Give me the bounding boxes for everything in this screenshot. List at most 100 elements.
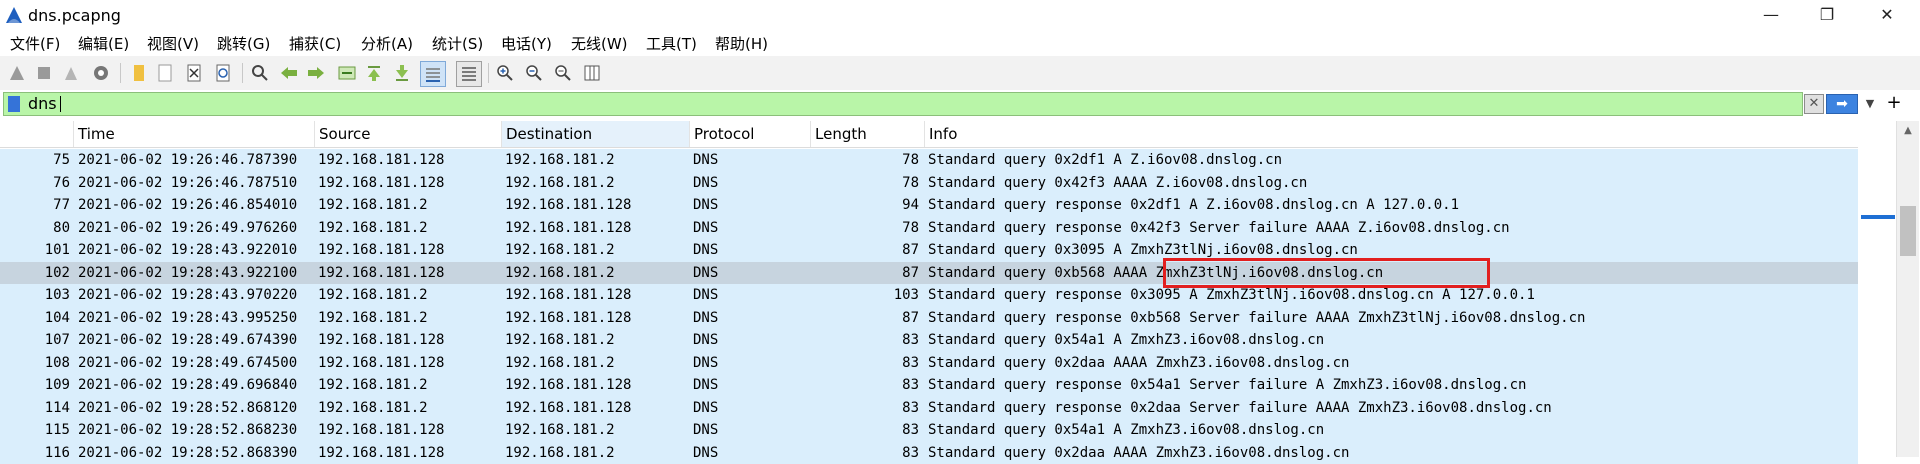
cell-time: 2021-06-02 19:28:43.922010 <box>78 239 312 262</box>
table-row[interactable]: 1012021-06-02 19:28:43.922010192.168.181… <box>0 239 1858 262</box>
cell-source: 192.168.181.128 <box>318 262 504 285</box>
cell-time: 2021-06-02 19:28:49.696840 <box>78 374 312 397</box>
cell-protocol: DNS <box>693 397 809 420</box>
cell-info: Standard query response 0x42f3 Server fa… <box>928 217 1858 240</box>
table-row[interactable]: 1152021-06-02 19:28:52.868230192.168.181… <box>0 419 1858 442</box>
save-file-icon[interactable] <box>154 62 176 84</box>
column-header-source[interactable]: Source <box>315 121 502 147</box>
cell-info: Standard query 0x2df1 A Z.i6ov08.dnslog.… <box>928 149 1858 172</box>
column-header-length[interactable]: Length <box>811 121 925 147</box>
scroll-up-icon[interactable]: ▲ <box>1897 121 1919 141</box>
cell-protocol: DNS <box>693 419 809 442</box>
cell-no: 101 <box>0 239 70 262</box>
cell-destination: 192.168.181.2 <box>505 442 691 464</box>
display-filter-input[interactable] <box>28 93 228 115</box>
go-first-icon[interactable] <box>363 62 385 84</box>
go-last-icon[interactable] <box>391 62 413 84</box>
table-row[interactable]: 1092021-06-02 19:28:49.696840192.168.181… <box>0 374 1858 397</box>
add-filter-button-icon[interactable]: + <box>1884 92 1904 114</box>
cell-time: 2021-06-02 19:26:49.976260 <box>78 217 312 240</box>
table-row[interactable]: 1072021-06-02 19:28:49.674390192.168.181… <box>0 329 1858 352</box>
cell-no: 103 <box>0 284 70 307</box>
restart-capture-icon[interactable] <box>60 62 82 84</box>
cell-protocol: DNS <box>693 284 809 307</box>
menu-analyze[interactable]: 分析(A) <box>361 33 413 54</box>
cell-length: 87 <box>812 239 919 262</box>
find-packet-icon[interactable] <box>249 62 271 84</box>
minimize-button[interactable]: — <box>1748 0 1794 30</box>
cell-destination: 192.168.181.2 <box>505 419 691 442</box>
vertical-scrollbar[interactable]: ▲ <box>1896 121 1919 457</box>
display-filter-field[interactable] <box>3 92 1803 116</box>
cell-protocol: DNS <box>693 262 809 285</box>
capture-options-icon[interactable] <box>90 62 112 84</box>
go-forward-icon[interactable] <box>305 62 327 84</box>
cell-info: Standard query response 0x54a1 Server fa… <box>928 374 1858 397</box>
column-header-info[interactable]: Info <box>925 121 1858 147</box>
table-row[interactable]: 752021-06-02 19:26:46.787390192.168.181.… <box>0 149 1858 172</box>
clear-filter-icon[interactable]: ✕ <box>1804 94 1824 114</box>
cell-protocol: DNS <box>693 239 809 262</box>
cell-time: 2021-06-02 19:28:43.922100 <box>78 262 312 285</box>
cell-protocol: DNS <box>693 149 809 172</box>
cell-protocol: DNS <box>693 217 809 240</box>
table-row[interactable]: 1162021-06-02 19:28:52.868390192.168.181… <box>0 442 1858 464</box>
filter-history-chevron-icon[interactable]: ▼ <box>1862 94 1878 114</box>
menu-statistics[interactable]: 统计(S) <box>432 33 483 54</box>
cell-destination: 192.168.181.128 <box>505 284 691 307</box>
scrollbar-thumb[interactable] <box>1900 206 1916 256</box>
menu-capture[interactable]: 捕获(C) <box>289 33 341 54</box>
table-row[interactable]: 1082021-06-02 19:28:49.674500192.168.181… <box>0 352 1858 375</box>
display-filter-bar <box>0 90 1920 118</box>
column-header-destination[interactable]: Destination <box>502 121 690 147</box>
filter-bookmark-icon[interactable] <box>8 96 20 112</box>
open-file-icon[interactable] <box>128 62 150 84</box>
cell-length: 94 <box>812 194 919 217</box>
go-to-packet-icon[interactable] <box>336 62 358 84</box>
table-row[interactable]: 762021-06-02 19:26:46.787510192.168.181.… <box>0 172 1858 195</box>
menu-go[interactable]: 跳转(G) <box>217 33 270 54</box>
menu-file[interactable]: 文件(F) <box>10 33 60 54</box>
maximize-button[interactable]: ❐ <box>1804 0 1850 30</box>
zoom-in-icon[interactable] <box>494 62 516 84</box>
cell-source: 192.168.181.2 <box>318 284 504 307</box>
text-caret <box>60 96 61 112</box>
cell-length: 83 <box>812 419 919 442</box>
cell-source: 192.168.181.128 <box>318 352 504 375</box>
cell-destination: 192.168.181.2 <box>505 149 691 172</box>
table-row[interactable]: 772021-06-02 19:26:46.854010192.168.181.… <box>0 194 1858 217</box>
cell-no: 109 <box>0 374 70 397</box>
reload-file-icon[interactable] <box>212 62 234 84</box>
menu-tools[interactable]: 工具(T) <box>646 33 697 54</box>
menu-edit[interactable]: 编辑(E) <box>78 33 129 54</box>
apply-filter-icon[interactable]: ➡ <box>1826 94 1858 114</box>
normal-size-icon[interactable] <box>552 62 574 84</box>
table-row[interactable]: 102 2021-06-02 19:28:43.922100 192.168.181… <box>0 262 1858 285</box>
menu-telephony[interactable]: 电话(Y) <box>501 33 552 54</box>
window-title: dns.pcapng <box>28 6 121 25</box>
cell-no: 102 <box>0 262 70 285</box>
colorize-icon[interactable] <box>456 61 482 87</box>
menu-help[interactable]: 帮助(H) <box>715 33 768 54</box>
stop-capture-icon[interactable] <box>33 62 55 84</box>
go-back-icon[interactable] <box>278 62 300 84</box>
close-file-icon[interactable] <box>183 62 205 84</box>
column-header-protocol[interactable]: Protocol <box>690 121 811 147</box>
table-row[interactable]: 1142021-06-02 19:28:52.868120192.168.181… <box>0 397 1858 420</box>
menu-view[interactable]: 视图(V) <box>147 33 199 54</box>
zoom-out-icon[interactable] <box>523 62 545 84</box>
close-button[interactable]: ✕ <box>1864 0 1910 30</box>
table-row[interactable]: 802021-06-02 19:26:49.976260192.168.181.… <box>0 217 1858 240</box>
column-header-no[interactable] <box>0 121 74 147</box>
table-row[interactable]: 1032021-06-02 19:28:43.970220192.168.181… <box>0 284 1858 307</box>
start-capture-icon[interactable] <box>6 62 28 84</box>
column-header-time[interactable]: Time <box>74 121 315 147</box>
table-row[interactable]: 1042021-06-02 19:28:43.995250192.168.181… <box>0 307 1858 330</box>
menu-wireless[interactable]: 无线(W) <box>571 33 628 54</box>
autoscroll-icon[interactable] <box>420 61 446 87</box>
cell-time: 2021-06-02 19:26:46.787390 <box>78 149 312 172</box>
cell-protocol: DNS <box>693 352 809 375</box>
cell-no: 107 <box>0 329 70 352</box>
resize-columns-icon[interactable] <box>581 62 603 84</box>
cell-no: 76 <box>0 172 70 195</box>
